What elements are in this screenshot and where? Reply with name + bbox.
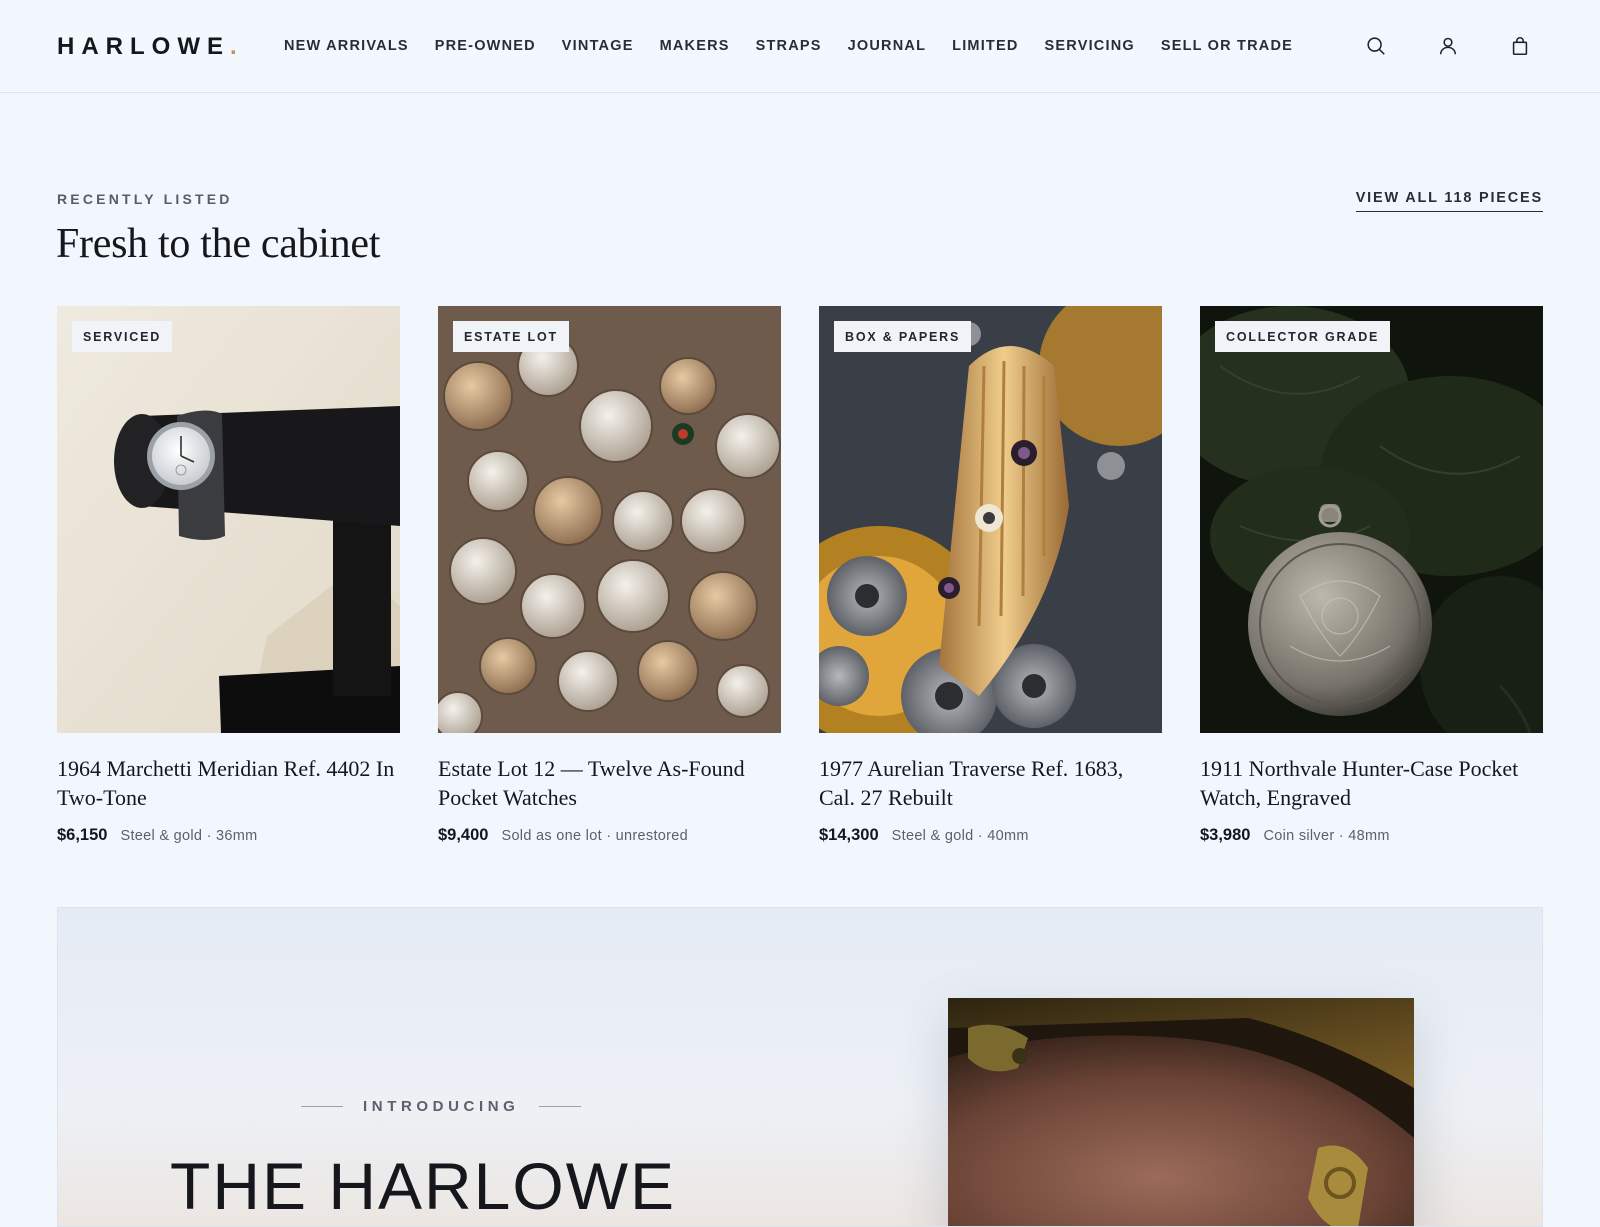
search-icon[interactable] xyxy=(1363,33,1389,59)
nav-journal[interactable]: JOURNAL xyxy=(848,38,927,54)
view-all-link[interactable]: VIEW ALL 118 PIECES xyxy=(1355,190,1543,212)
feature-image xyxy=(948,998,1414,1226)
product-spec: Sold as one lot · unrestored xyxy=(501,828,689,844)
nav-pre-owned[interactable]: PRE-OWNED xyxy=(435,38,536,54)
product-meta: $14,300 Steel & gold · 40mm xyxy=(819,826,1162,845)
feature-eyebrow: INTRODUCING xyxy=(301,1098,582,1115)
product-meta: $3,980 Coin silver · 48mm xyxy=(1200,826,1543,845)
nav-sell-or-trade[interactable]: SELL OR TRADE xyxy=(1161,38,1293,54)
product-title[interactable]: Estate Lot 12 — Twelve As-Found Pocket W… xyxy=(438,754,781,812)
nav-vintage[interactable]: VINTAGE xyxy=(562,38,634,54)
product-badge: BOX & PAPERS xyxy=(834,321,972,352)
product-badge: SERVICED xyxy=(72,321,173,352)
product-price: $6,150 xyxy=(57,826,108,844)
bag-icon[interactable] xyxy=(1507,33,1533,59)
nav-servicing[interactable]: SERVICING xyxy=(1045,38,1135,54)
product-spec: Steel & gold · 36mm xyxy=(120,828,258,844)
product-meta: $9,400 Sold as one lot · unrestored xyxy=(438,826,781,845)
feature-banner: INTRODUCING THE HARLOWE xyxy=(57,907,1543,1227)
product-title[interactable]: 1911 Northvale Hunter-Case Pocket Watch,… xyxy=(1200,754,1543,812)
nav-makers[interactable]: MAKERS xyxy=(660,38,730,54)
product-image[interactable]: SERVICED xyxy=(57,306,400,733)
product-image[interactable]: COLLECTOR GRADE xyxy=(1200,306,1543,733)
product-meta: $6,150 Steel & gold · 36mm xyxy=(57,826,400,845)
product-image[interactable]: ESTATE LOT xyxy=(438,306,781,733)
site-header: HARLOWE. NEW ARRIVALS PRE-OWNED VINTAGE … xyxy=(0,0,1600,93)
product-card[interactable]: BOX & PAPERS 1977 Aurelian Traverse Ref.… xyxy=(819,306,1162,845)
product-spec: Coin silver · 48mm xyxy=(1263,828,1390,844)
product-title[interactable]: 1964 Marchetti Meridian Ref. 4402 In Two… xyxy=(57,754,400,812)
product-image[interactable]: BOX & PAPERS xyxy=(819,306,1162,733)
product-badge: ESTATE LOT xyxy=(453,321,569,352)
product-card[interactable]: ESTATE LOT Estate Lot 12 — Twelve As-Fou… xyxy=(438,306,781,845)
nav-limited[interactable]: LIMITED xyxy=(952,38,1018,54)
product-badge: COLLECTOR GRADE xyxy=(1215,321,1391,352)
nav-new-arrivals[interactable]: NEW ARRIVALS xyxy=(284,38,409,54)
product-card[interactable]: COLLECTOR GRADE 1911 Northvale Hunter-Ca… xyxy=(1200,306,1543,845)
eyebrow-rule-right xyxy=(539,1106,582,1107)
product-price: $3,980 xyxy=(1200,826,1251,844)
feature-eyebrow-text: INTRODUCING xyxy=(363,1098,520,1115)
product-title[interactable]: 1977 Aurelian Traverse Ref. 1683, Cal. 2… xyxy=(819,754,1162,812)
nav-straps[interactable]: STRAPS xyxy=(756,38,822,54)
section-title: Fresh to the cabinet xyxy=(56,221,381,267)
main-nav: NEW ARRIVALS PRE-OWNED VINTAGE MAKERS ST… xyxy=(284,38,1293,54)
product-card[interactable]: SERVICED 1964 Marchetti Meridian Ref. 44… xyxy=(57,306,400,845)
product-price: $14,300 xyxy=(819,826,879,844)
eyebrow-rule-left xyxy=(301,1106,343,1107)
section-eyebrow: RECENTLY LISTED xyxy=(57,191,233,207)
account-icon[interactable] xyxy=(1435,33,1461,59)
product-price: $9,400 xyxy=(438,826,489,844)
feature-title: THE HARLOWE xyxy=(170,1149,677,1223)
product-spec: Steel & gold · 40mm xyxy=(891,828,1029,844)
brand-logo[interactable]: HARLOWE. xyxy=(57,33,244,61)
